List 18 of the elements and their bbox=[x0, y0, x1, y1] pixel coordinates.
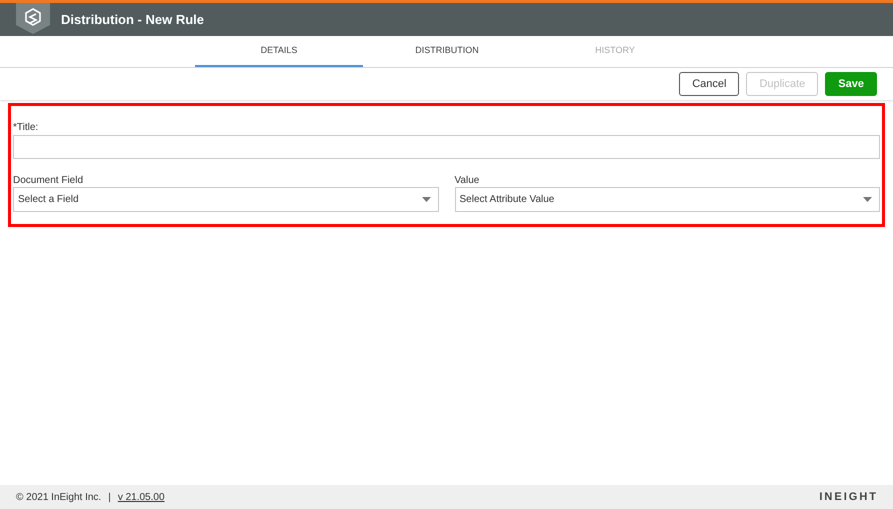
dropdown-caret-icon bbox=[863, 197, 872, 202]
field-label: Document Field bbox=[13, 174, 84, 186]
action-button[interactable]: Save bbox=[825, 72, 877, 96]
tab[interactable]: DETAILS bbox=[195, 36, 363, 67]
tab[interactable]: DISTRIBUTION bbox=[363, 36, 531, 67]
dropdown-caret-icon bbox=[422, 197, 430, 202]
select-dropdown[interactable]: Select Attribute Value bbox=[454, 187, 880, 212]
logo-icon bbox=[16, 3, 50, 34]
field-label: Value bbox=[454, 174, 480, 186]
separator-text: | bbox=[108, 490, 111, 504]
copyright-text: © 2021 InEight Inc. bbox=[16, 490, 102, 504]
select-dropdown[interactable]: Select a Field bbox=[13, 187, 438, 212]
field-label: *Title: bbox=[13, 121, 40, 133]
brand-logo-text: INEIGHT bbox=[819, 490, 878, 505]
version-link[interactable]: v 21.05.00 bbox=[118, 490, 165, 504]
window-title: Distribution - New Rule bbox=[61, 10, 204, 29]
title-input-field[interactable] bbox=[13, 135, 880, 159]
action-button[interactable]: Cancel bbox=[679, 72, 740, 96]
